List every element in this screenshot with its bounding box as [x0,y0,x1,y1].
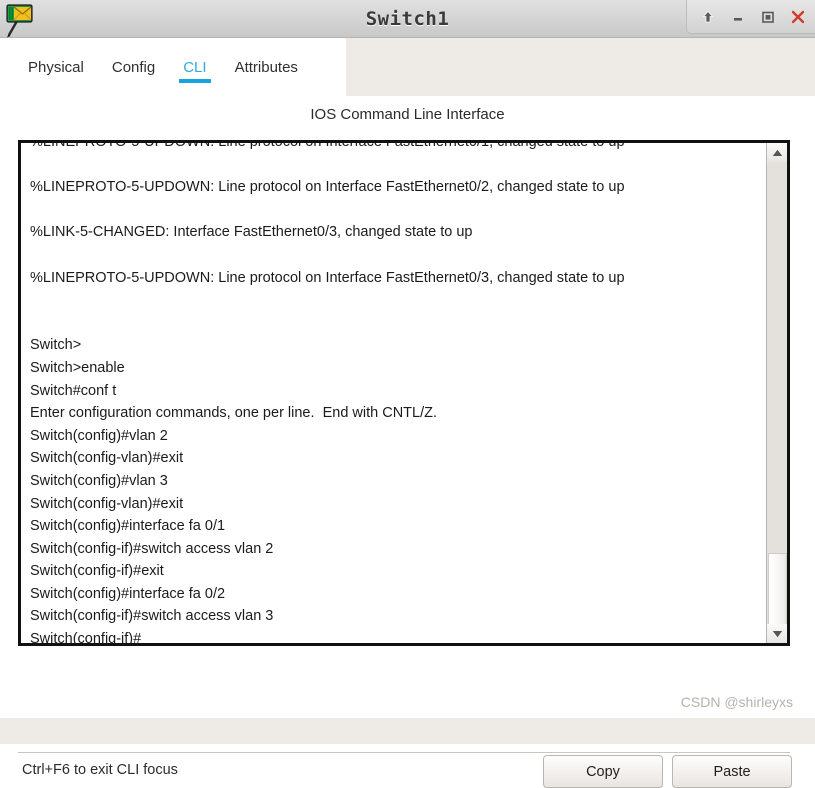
copy-button[interactable]: Copy [543,755,663,788]
close-icon [791,10,805,23]
window-controls [686,0,815,34]
maximize-button[interactable] [753,1,783,33]
scrollbar-thumb[interactable] [768,553,787,631]
scroll-up-button[interactable] [767,143,787,162]
triangle-down-icon [772,630,782,637]
tab-strip: Physical Config CLI Attributes [0,38,815,96]
tab-config[interactable]: Config [98,38,169,96]
cli-terminal[interactable]: %LINEPROTO-5-UPDOWN: Line protocol on In… [18,140,790,646]
terminal-line: Switch(config-if)#switch access vlan 2 [30,540,274,557]
tab-cli[interactable]: CLI [169,38,220,96]
tab-cli-label: CLI [183,58,207,76]
cli-panel-title: IOS Command Line Interface [310,106,505,123]
packet-tracer-device-window: Switch1 Physical Config CLI Attributes I… [0,0,815,788]
window-titlebar: Switch1 [0,0,815,38]
terminal-line: Switch(config)#interface fa 0/2 [30,585,226,602]
tab-physical[interactable]: Physical [14,38,98,96]
terminal-line: Enter configuration commands, one per li… [30,405,437,422]
cli-focus-hint: Ctrl+F6 to exit CLI focus [22,762,178,778]
footer-divider [18,752,790,753]
tab-config-label: Config [111,58,156,76]
close-button[interactable] [783,1,813,33]
terminal-line: Switch(config-vlan)#exit [30,450,184,467]
tab-attributes[interactable]: Attributes [221,38,312,96]
terminal-line: Switch(config)#interface fa 0/1 [30,518,226,535]
triangle-up-icon [772,149,782,156]
cli-panel: IOS Command Line Interface %LINEPROTO-5-… [0,96,815,788]
terminal-line: Switch>enable [30,359,125,376]
scroll-down-button[interactable] [767,624,787,643]
switch-device-icon [4,1,40,39]
cli-scrollbar[interactable] [766,143,787,643]
terminal-line: Switch(config-if)#exit [30,563,164,580]
terminal-line: Switch(config)#vlan 2 [30,427,168,444]
cli-terminal-output: %LINEPROTO-5-UPDOWN: Line protocol on In… [30,140,750,646]
tab-physical-label: Physical [28,58,84,76]
terminal-line: Switch(config)#vlan 3 [30,472,168,489]
terminal-line: %LINEPROTO-5-UPDOWN: Line protocol on In… [30,140,625,150]
minimize-icon [734,17,742,21]
terminal-line: %LINK-5-CHANGED: Interface FastEthernet0… [30,224,473,241]
up-arrow-icon [702,10,714,22]
always-on-top-button[interactable] [693,1,723,33]
terminal-line: %LINEPROTO-5-UPDOWN: Line protocol on In… [30,179,625,196]
maximize-icon [762,11,774,23]
terminal-line: Switch> [30,337,82,354]
paste-button[interactable]: Paste [672,755,792,788]
minimize-button[interactable] [723,1,753,33]
terminal-line: Switch(config-if)#switch access vlan 3 [30,608,274,625]
terminal-line: Switch(config-if)# [30,631,142,646]
tab-attributes-label: Attributes [234,58,298,76]
terminal-line: Switch#conf t [30,382,117,399]
watermark: CSDN @shirleyxs [680,694,793,710]
terminal-line: Switch(config-vlan)#exit [30,495,184,512]
screen-root: Switch1 Physical Config CLI Attributes I… [0,0,815,788]
tab-list: Physical Config CLI Attributes [0,38,312,96]
terminal-line: %LINEPROTO-5-UPDOWN: Line protocol on In… [30,269,625,286]
